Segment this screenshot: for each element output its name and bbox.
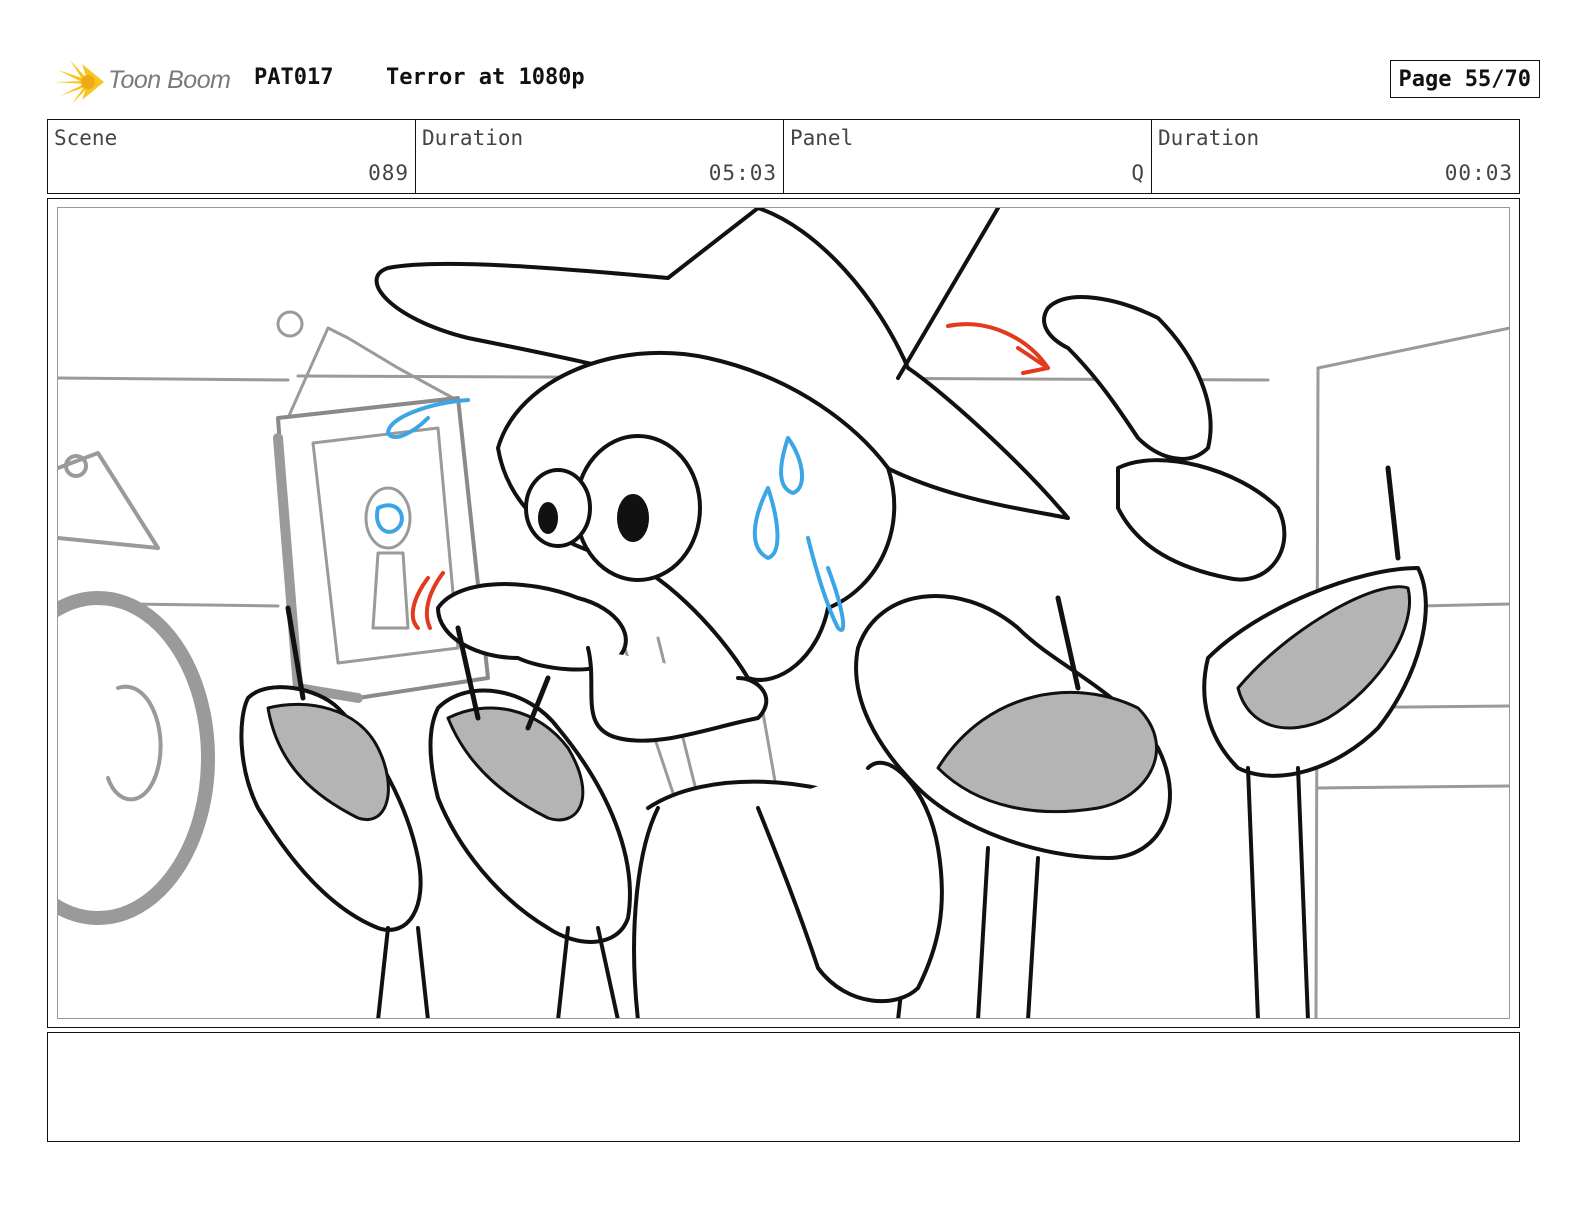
character-head: [436, 350, 897, 743]
scene-label: Scene: [54, 126, 118, 150]
project-code: PAT017: [254, 65, 334, 90]
panel-duration-cell: Duration 00:03: [1152, 120, 1519, 193]
scene-number: 089: [368, 161, 409, 185]
panel-notes-box: [47, 1032, 1520, 1142]
right-puppet: [1042, 295, 1428, 1018]
character-body: [632, 760, 944, 1018]
panel-info-table: Scene 089 Duration 05:03 Panel Q Duratio…: [47, 119, 1520, 194]
scene-duration-label: Duration: [422, 126, 524, 150]
page-indicator: Page 55/70: [1389, 60, 1540, 98]
storyboard-header: Toon Boom PAT017 Terror at 1080p Page 55…: [48, 52, 1540, 108]
scene-cell: Scene 089: [48, 120, 416, 193]
round-sign: [58, 451, 215, 925]
episode-title: Terror at 1080p: [386, 65, 585, 90]
toon-boom-logo: Toon Boom: [52, 56, 242, 106]
storyboard-panel: [47, 198, 1520, 1028]
storyboard-sketch: [58, 208, 1509, 1018]
toon-boom-starburst-icon: [54, 60, 104, 104]
panel-artwork: [57, 207, 1510, 1019]
panel-label: Panel: [790, 126, 854, 150]
scene-duration-cell: Duration 05:03: [416, 120, 784, 193]
panel-duration-label: Duration: [1158, 126, 1260, 150]
scene-duration-value: 05:03: [708, 161, 777, 185]
panel-id: Q: [1131, 161, 1145, 185]
logo-wordmark: Toon Boom: [108, 66, 231, 94]
panel-duration-value: 00:03: [1444, 161, 1513, 185]
panel-cell: Panel Q: [784, 120, 1152, 193]
